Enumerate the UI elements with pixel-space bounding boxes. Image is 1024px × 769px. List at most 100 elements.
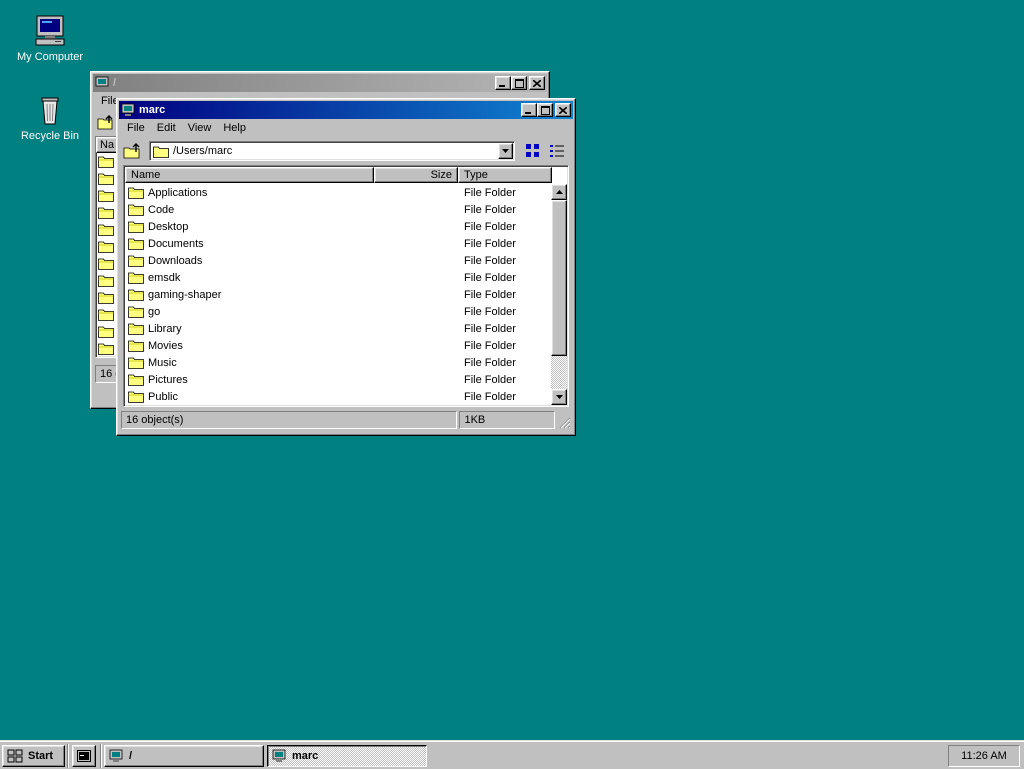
menu-file[interactable]: File	[121, 122, 151, 134]
file-name: Movies	[148, 339, 183, 352]
title-bar[interactable]: marc	[119, 101, 573, 119]
file-rows: Applications File Folder Code File Folder De…	[124, 183, 568, 405]
file-name-cell: Code	[124, 203, 376, 216]
file-row[interactable]: Pictures File Folder	[124, 371, 568, 388]
show-desktop-icon	[77, 750, 91, 762]
folder-icon	[98, 241, 114, 253]
file-row[interactable]: Documents File Folder	[124, 235, 568, 252]
file-type: File Folder	[464, 305, 516, 318]
window-marc[interactable]: marc File Edit View Help /Users/marc Nam…	[116, 98, 576, 436]
show-desktop-button[interactable]	[72, 745, 96, 767]
file-row[interactable]: Movies File Folder	[124, 337, 568, 354]
file-name: Desktop	[148, 220, 189, 233]
address-text: /Users/marc	[173, 145, 233, 157]
desktop-icon-recycle-bin[interactable]: Recycle Bin	[15, 93, 85, 142]
folder-icon	[128, 187, 144, 199]
maximize-icon	[512, 77, 526, 89]
folder-icon	[128, 391, 144, 403]
up-folder-icon[interactable]	[123, 142, 143, 160]
file-type: File Folder	[464, 373, 516, 386]
file-name: Documents	[148, 237, 204, 250]
file-name-cell: Desktop	[124, 220, 376, 233]
large-icons-view-icon[interactable]	[525, 143, 541, 159]
resize-grip-icon[interactable]	[559, 417, 571, 429]
window-title: marc	[139, 104, 166, 116]
status-bar: 16 object(s) 1KB	[119, 410, 573, 430]
file-name: emsdk	[148, 271, 181, 284]
status-size: 1KB	[459, 411, 556, 429]
folder-icon	[128, 289, 144, 301]
folder-icon	[98, 292, 114, 304]
my-computer-icon	[33, 14, 67, 48]
close-button[interactable]	[529, 76, 545, 90]
title-bar[interactable]: /	[93, 74, 547, 92]
close-button[interactable]	[555, 103, 571, 117]
file-name-cell: gaming-shaper	[124, 288, 376, 301]
folder-icon	[128, 357, 144, 369]
folder-icon	[128, 221, 144, 233]
menu-view[interactable]: View	[182, 122, 218, 134]
file-name-cell: Downloads	[124, 254, 376, 267]
file-type: File Folder	[464, 271, 516, 284]
start-button[interactable]: Start	[2, 745, 65, 767]
file-type: File Folder	[464, 390, 516, 403]
folder-icon	[98, 173, 114, 185]
folder-icon	[98, 343, 114, 355]
desktop-icon-my-computer[interactable]: My Computer	[15, 14, 85, 63]
address-bar[interactable]: /Users/marc	[149, 141, 515, 161]
minimize-button[interactable]	[495, 76, 511, 90]
status-objects: 16 object(s)	[121, 411, 458, 429]
file-row[interactable]: Public File Folder	[124, 388, 568, 405]
file-name-cell: Library	[124, 322, 376, 335]
column-header-size[interactable]: Size	[374, 167, 458, 183]
system-clock[interactable]: 11:26 AM	[948, 745, 1020, 767]
details-view-icon[interactable]	[549, 143, 565, 159]
file-row[interactable]: Library File Folder	[124, 320, 568, 337]
file-name: Public	[148, 390, 178, 403]
file-row[interactable]: emsdk File Folder	[124, 269, 568, 286]
computer-icon	[121, 103, 135, 116]
maximize-button[interactable]	[511, 76, 527, 90]
file-name-cell: Music	[124, 356, 376, 369]
address-dropdown-button[interactable]	[498, 143, 513, 159]
close-icon	[556, 104, 570, 116]
file-name: Applications	[148, 186, 208, 199]
vertical-scrollbar[interactable]	[551, 184, 567, 405]
file-type: File Folder	[464, 322, 516, 335]
file-name-cell: Documents	[124, 237, 376, 250]
folder-icon	[128, 204, 144, 216]
folder-icon	[128, 340, 144, 352]
file-row[interactable]: Music File Folder	[124, 354, 568, 371]
folder-icon	[98, 275, 114, 287]
file-row[interactable]: Downloads File Folder	[124, 252, 568, 269]
column-header-type[interactable]: Type	[458, 167, 552, 183]
maximize-button[interactable]	[537, 103, 553, 117]
taskbar-item-marc[interactable]: marc	[267, 745, 427, 767]
close-icon	[530, 77, 544, 89]
up-folder-icon[interactable]	[97, 115, 115, 131]
scroll-thumb[interactable]	[551, 200, 567, 356]
window-title: /	[113, 77, 117, 89]
desktop-icon-label: My Computer	[16, 51, 84, 63]
computer-icon	[109, 749, 123, 762]
file-row[interactable]: go File Folder	[124, 303, 568, 320]
column-header-name[interactable]: Name	[125, 167, 374, 183]
computer-icon	[95, 76, 109, 89]
minimize-button[interactable]	[521, 103, 537, 117]
menu-help[interactable]: Help	[217, 122, 252, 134]
taskbar-item-root[interactable]: /	[104, 745, 264, 767]
file-row[interactable]: Code File Folder	[124, 201, 568, 218]
scroll-down-button[interactable]	[551, 389, 567, 405]
file-row[interactable]: gaming-shaper File Folder	[124, 286, 568, 303]
file-type: File Folder	[464, 203, 516, 216]
file-row[interactable]: Applications File Folder	[124, 184, 568, 201]
menu-edit[interactable]: Edit	[151, 122, 182, 134]
folder-icon	[98, 156, 114, 168]
taskbar-item-label: marc	[292, 750, 319, 762]
file-row[interactable]: Desktop File Folder	[124, 218, 568, 235]
file-list[interactable]: Name Size Type Applications File Folder Co…	[123, 165, 569, 407]
minimize-icon	[496, 77, 510, 89]
folder-icon	[98, 190, 114, 202]
taskbar-divider	[67, 744, 68, 768]
scroll-up-button[interactable]	[551, 184, 567, 200]
